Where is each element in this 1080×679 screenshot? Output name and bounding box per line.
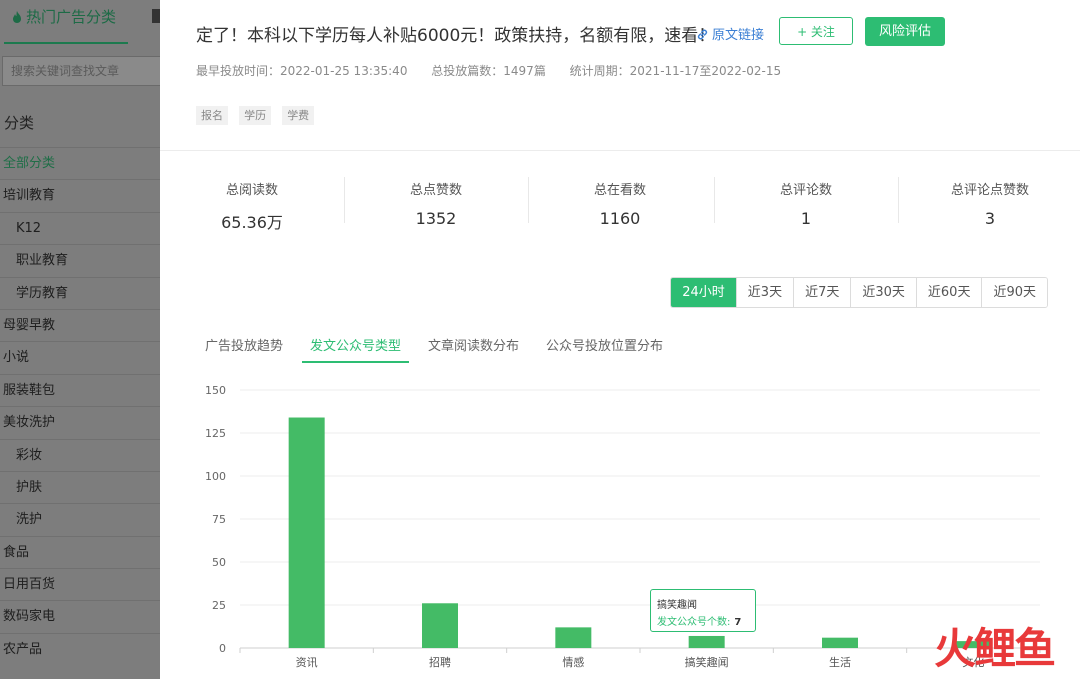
stat-label: 总在看数 (593, 183, 646, 198)
stat-value: 1352 (415, 209, 457, 228)
sidebar-category-item[interactable]: 日用百货 (0, 568, 160, 600)
sidebar-category-item[interactable]: 护肤 (0, 470, 160, 503)
sidebar-category-item[interactable]: 洗护 (0, 503, 160, 535)
y-tick-label: 100 (205, 470, 226, 483)
total-articles: 总投放篇数：1497篇 (431, 64, 546, 78)
sidebar: 热门广告分类 搜索关键词查找文章 分类 全部分类 培训教育 K12 职业教育 学历教育母… (0, 0, 160, 679)
article-meta: 最早投放时间：2022-01-25 13:35:40 总投放篇数：1497篇 统… (196, 62, 801, 79)
sidebar-category-item[interactable]: K12 (0, 211, 160, 244)
original-link-label: 原文链接 (712, 28, 765, 43)
stat-total-likes: 总点赞数 1352 (344, 179, 528, 228)
bar (688, 635, 725, 648)
tooltip-series: 发文公众号个数: 7 (657, 613, 749, 628)
link-icon (697, 29, 708, 40)
sidebar-category-item[interactable]: 服装鞋包 (0, 373, 160, 406)
x-tick-label: 资讯 (296, 656, 318, 669)
sidebar-category-item[interactable]: 培训教育 (0, 179, 160, 211)
bar (288, 417, 325, 648)
sidebar-category-item[interactable]: 食品 (0, 535, 160, 568)
stat-value: 65.36万 (221, 213, 283, 232)
first-publish-time: 最早投放时间：2022-01-25 13:35:40 (196, 64, 408, 78)
sidebar-category-item[interactable]: 母婴早教 (0, 308, 160, 341)
tab-hot-ad-categories[interactable]: 热门广告分类 (4, 0, 128, 44)
chart-tab[interactable]: 公众号投放位置分布 (546, 335, 663, 361)
tag-list: 报名 学历 学费 (196, 104, 320, 125)
sidebar-category-item[interactable]: 农产品 (0, 632, 160, 665)
y-tick-label: 25 (212, 599, 226, 612)
chart-tooltip: 搞笑趣闻 发文公众号个数: 7 (650, 589, 756, 632)
stat-total-comments: 总评论数 1 (714, 179, 898, 228)
time-range-option[interactable]: 近90天 (981, 278, 1047, 307)
article-title: 定了！本科以下学历每人补贴6000元！政策扶持，名额有限，速看！ (196, 26, 716, 46)
chart-tab[interactable]: 广告投放趋势 (205, 335, 283, 361)
y-tick-label: 75 (212, 513, 226, 526)
stat-label: 总阅读数 (225, 183, 278, 198)
x-tick-label: 情感 (562, 656, 584, 669)
flame-icon (13, 11, 21, 23)
bar (822, 637, 858, 648)
watermark-logo: 火鲤鱼 (933, 624, 1056, 673)
sidebar-category-item[interactable]: 小说 (0, 341, 160, 373)
stat-total-comment-likes: 总评论点赞数 3 (898, 179, 1080, 228)
sidebar-category-item[interactable]: 美妆洗护 (0, 406, 160, 438)
chart-tab[interactable]: 文章阅读数分布 (428, 335, 519, 361)
tooltip-value: 7 (734, 617, 742, 628)
bar (555, 627, 592, 648)
sidebar-tabs: 热门广告分类 (0, 0, 160, 44)
sidebar-search-input[interactable]: 搜索关键词查找文章 (2, 56, 160, 86)
stat-total-reads: 总阅读数 65.36万 (160, 179, 344, 233)
x-tick-label: 搞笑趣闻 (685, 655, 729, 669)
tab-label: 热门广告分类 (26, 8, 117, 26)
tag[interactable]: 报名 (196, 106, 228, 125)
time-range-option[interactable]: 24小时 (671, 278, 736, 307)
time-range-selector: 24小时 近3天 近7天 近30天 近60天 近90天 (670, 277, 1048, 308)
bar (422, 603, 458, 648)
category-title: 分类 (4, 114, 35, 132)
tooltip-series-label: 发文公众号个数: (657, 617, 731, 628)
chart-tab[interactable]: 发文公众号类型 (302, 335, 410, 363)
time-range-option[interactable]: 近60天 (915, 278, 982, 307)
stat-total-watching: 总在看数 1160 (528, 179, 712, 228)
sidebar-category-item[interactable]: 职业教育 (0, 244, 160, 276)
risk-assessment-button[interactable]: 风险评估 (865, 17, 945, 46)
stat-label: 总评论数 (779, 183, 832, 198)
stat-label: 总评论点赞数 (950, 183, 1029, 198)
sidebar-category-item[interactable]: 数码家电 (0, 600, 160, 632)
chart-tabs: 广告投放趋势 发文公众号类型 文章阅读数分布 公众号投放位置分布 (205, 335, 690, 363)
category-list: 全部分类 培训教育 K12 职业教育 学历教育 母婴早教 小说 服装鞋包 美妆洗护 彩妆 护肤 洗护食… (0, 147, 160, 665)
time-range-option[interactable]: 近3天 (735, 278, 794, 307)
original-link[interactable]: 原文链接 (696, 24, 764, 43)
y-tick-label: 150 (205, 384, 226, 397)
stat-value: 1160 (599, 209, 641, 228)
tag[interactable]: 学费 (282, 106, 315, 125)
article-header: 定了！本科以下学历每人补贴6000元！政策扶持，名额有限，速看！ 原文链接 + … (160, 0, 1080, 150)
tab-secondary[interactable] (152, 9, 160, 23)
y-tick-label: 50 (212, 556, 226, 569)
sidebar-category-item[interactable]: 彩妆 (0, 438, 160, 471)
sidebar-category-item[interactable]: 学历教育 (0, 276, 160, 309)
x-tick-label: 生活 (829, 655, 851, 669)
time-range-option[interactable]: 近7天 (793, 278, 851, 307)
y-tick-label: 0 (219, 642, 226, 655)
main-content: 定了！本科以下学历每人补贴6000元！政策扶持，名额有限，速看！ 原文链接 + … (160, 0, 1080, 679)
stat-period: 统计周期：2021-11-17至2022-02-15 (569, 64, 782, 78)
stat-value: 3 (984, 209, 996, 228)
stats-bar: 总阅读数 65.36万 总点赞数 1352 总在看数 1160 总评论数 1 总… (160, 150, 1080, 250)
stat-value: 1 (800, 209, 812, 228)
x-tick-label: 招聘 (429, 655, 451, 669)
follow-button[interactable]: + 关注 (779, 17, 853, 45)
tooltip-category: 搞笑趣闻 (657, 600, 697, 611)
tag[interactable]: 学历 (239, 106, 272, 125)
stat-label: 总点赞数 (409, 183, 462, 198)
y-tick-label: 125 (205, 427, 226, 440)
sidebar-category-item[interactable]: 全部分类 (0, 147, 160, 179)
time-range-option[interactable]: 近30天 (850, 278, 916, 307)
